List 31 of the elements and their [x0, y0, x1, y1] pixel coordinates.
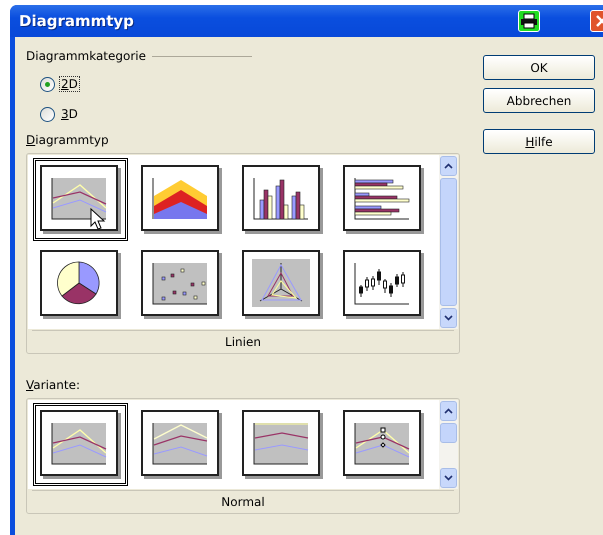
- scroll-thumb[interactable]: [440, 178, 457, 306]
- chart-type-tile[interactable]: [33, 403, 128, 486]
- selection-caption: Linien: [225, 335, 261, 349]
- scroll-up-button[interactable]: [440, 156, 457, 176]
- window-title: Diagrammtyp: [18, 12, 135, 30]
- mouse-pointer-icon: [90, 208, 106, 232]
- radar-chart-icon: [252, 259, 310, 307]
- dialog-button[interactable]: Abbrechen: [483, 88, 595, 113]
- chevron-down-icon: [444, 315, 453, 321]
- printer-icon: [520, 13, 538, 29]
- dialog-button[interactable]: Hilfe: [483, 129, 595, 154]
- printer-button[interactable]: [518, 10, 540, 32]
- scroll-down-button[interactable]: [440, 468, 457, 488]
- scroll-thumb[interactable]: [440, 423, 457, 443]
- radio-label[interactable]: 2D: [59, 76, 80, 92]
- section-label: Variante:: [26, 378, 80, 392]
- scrollbar[interactable]: [439, 155, 458, 329]
- scroll-up-button[interactable]: [440, 401, 457, 421]
- radio-button[interactable]: [40, 106, 55, 122]
- radio-label[interactable]: 3D: [59, 106, 80, 122]
- scrollbar[interactable]: [439, 400, 458, 489]
- chevron-up-icon: [444, 408, 453, 414]
- selection-caption: Normal: [221, 495, 265, 509]
- radio-button[interactable]: [40, 76, 55, 92]
- group-label: Diagrammkategorie: [26, 49, 146, 63]
- chevron-up-icon: [444, 163, 453, 169]
- dialog-button[interactable]: OK: [483, 55, 595, 80]
- scroll-down-button[interactable]: [440, 308, 457, 328]
- section-label: Diagrammtyp: [26, 133, 109, 147]
- chart-type-tile[interactable]: [33, 158, 128, 241]
- chevron-down-icon: [444, 475, 453, 481]
